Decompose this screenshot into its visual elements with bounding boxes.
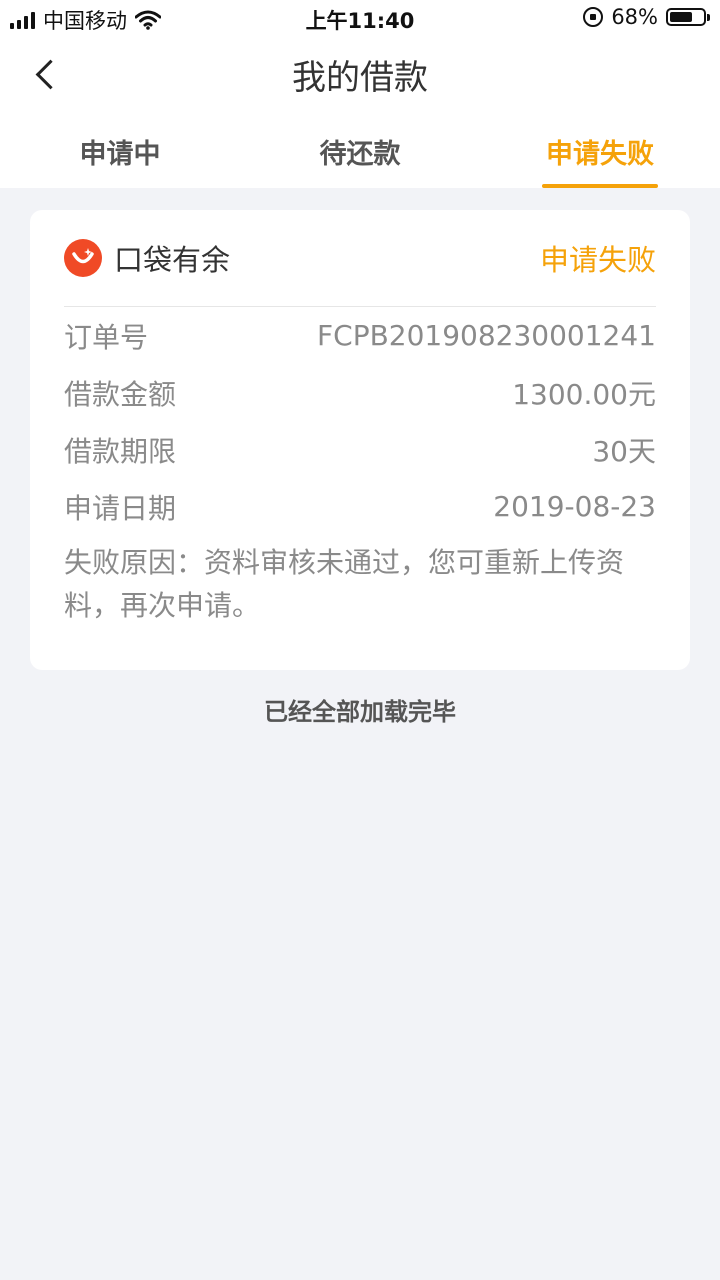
row-value: 1300.00元 [512,377,656,411]
loan-amount-row: 借款金额 1300.00元 [64,364,656,421]
tab-failed[interactable]: 申请失败 [480,110,720,188]
apply-date-row: 申请日期 2019-08-23 [64,478,656,535]
load-complete-note: 已经全部加载完毕 [264,698,456,726]
row-value: 30天 [592,434,656,468]
row-label: 借款期限 [64,434,177,468]
row-value: 2019-08-23 [493,490,656,523]
row-label: 申请日期 [64,491,177,525]
orientation-lock-icon [583,7,604,27]
battery-fill [670,12,692,22]
status-bar: 中国移动 上午11:40 68% [0,0,720,36]
nav-bar: 我的借款 [0,36,720,110]
tab-label: 申请中 [79,139,161,170]
row-label: 订单号 [64,320,149,354]
tab-applying[interactable]: 申请中 [0,110,240,188]
tab-to-repay[interactable]: 待还款 [240,110,480,188]
page-title: 我的借款 [292,58,428,98]
battery-icon [666,8,710,26]
tab-label: 申请失败 [546,139,654,170]
status-badge: 申请失败 [539,243,656,277]
tab-label: 待还款 [319,139,401,170]
failure-reason: 失败原因：资料审核未通过，您可重新上传资料，再次申请。 [64,546,625,622]
row-value: FCPB201908230001241 [317,319,656,352]
card-header: 口袋有余 申请失败 [64,210,656,307]
tab-bar: 申请中 待还款 申请失败 [0,110,720,188]
tab-active-indicator [542,184,658,188]
order-number-row: 订单号 FCPB201908230001241 [64,307,656,364]
brand: 口袋有余 [64,237,230,279]
brand-logo-icon [64,239,102,277]
battery-percent: 68% [611,5,658,29]
brand-name: 口袋有余 [114,243,231,277]
row-label: 借款金额 [64,377,177,411]
status-right: 68% [583,5,710,29]
loan-term-row: 借款期限 30天 [64,421,656,478]
loan-card[interactable]: 口袋有余 申请失败 订单号 FCPB201908230001241 借款金额 1… [30,210,690,670]
